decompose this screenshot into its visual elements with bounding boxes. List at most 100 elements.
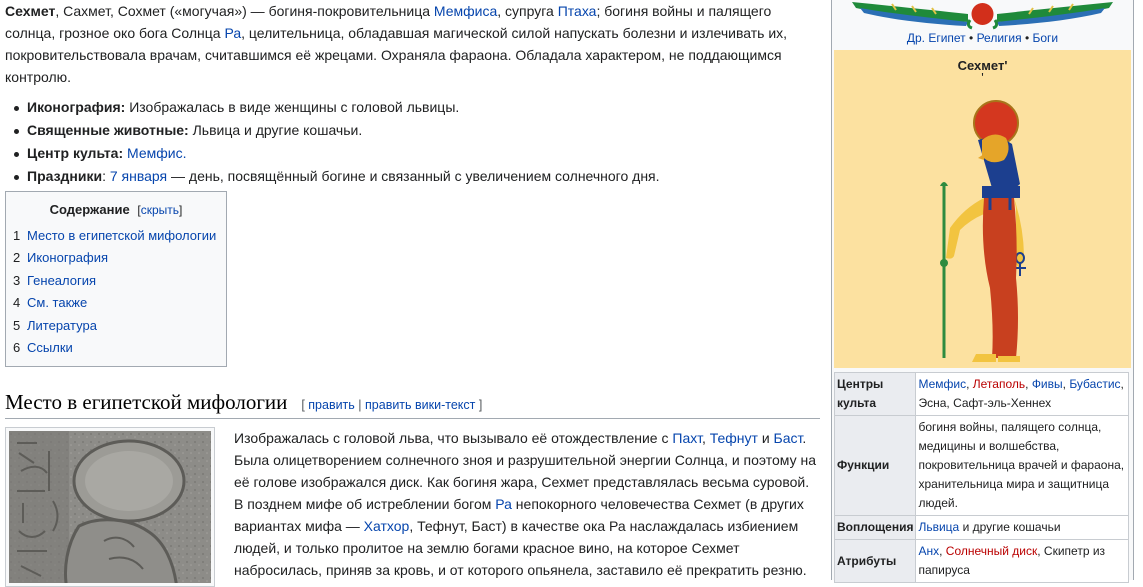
toc-number: 5 <box>13 317 21 333</box>
body-text: , <box>701 430 710 446</box>
toc-link[interactable]: Генеалогия <box>27 273 96 288</box>
edit-source-button[interactable]: править вики-текст <box>365 398 475 412</box>
toc-header: Содержание [скрыть] <box>6 202 226 217</box>
separator: • <box>965 31 977 45</box>
bracket: ] <box>179 203 183 217</box>
separator: , <box>939 544 946 558</box>
facts-list: Иконография: Изображалась в виде женщины… <box>5 96 820 188</box>
intro-text: , супруга <box>497 3 558 19</box>
bracket: ] <box>475 398 483 412</box>
fact-label: Центр культа: <box>27 145 124 161</box>
link-hathor[interactable]: Хатхор <box>364 518 410 534</box>
link-letopolis[interactable]: Летаполь <box>973 377 1025 391</box>
table-of-contents: Содержание [скрыть] 1 Место в египетской … <box>5 191 227 367</box>
section-edit-links: [ править | править вики-текст ] <box>301 398 482 412</box>
fact-text: — день, посвящённый богине и связанный с… <box>167 168 660 184</box>
body-text: и <box>757 430 774 446</box>
toc-number: 2 <box>13 250 21 266</box>
fact-label: Праздники <box>27 168 103 184</box>
table-row: Атрибуты Анх, Солнечный диск, Скипетр из… <box>833 539 1129 583</box>
toc-hide-button[interactable]: скрыть <box>141 203 179 217</box>
link-ancient-egypt[interactable]: Др. Египет <box>907 31 966 45</box>
link-paht[interactable]: Пахт <box>672 430 702 446</box>
toc-toggle: [скрыть] <box>137 203 182 217</box>
toc-link[interactable]: Место в египетской мифологии <box>27 228 216 243</box>
link-ankh[interactable]: Анх <box>918 544 939 558</box>
row-label: Воплощения <box>833 515 917 540</box>
link-bast[interactable]: Баст <box>774 430 803 446</box>
row-value: богиня войны, палящего солнца, медицины … <box>915 415 1129 516</box>
fact-text: Изображалась в виде женщины с головой ль… <box>125 99 460 115</box>
separator: • <box>1021 31 1033 45</box>
section-header: Место в египетской мифологии [ править |… <box>5 390 820 419</box>
toc-item[interactable]: 6 Ссылки <box>13 337 226 359</box>
link-religion[interactable]: Религия <box>977 31 1022 45</box>
toc-number: 6 <box>13 340 21 356</box>
edit-button[interactable]: править <box>308 398 355 412</box>
relief-thumbnail[interactable] <box>5 427 215 587</box>
fact-text: : <box>102 168 110 184</box>
link-ptah[interactable]: Птаха <box>558 3 597 19</box>
toc-number: 1 <box>13 228 21 243</box>
fact-text: Львица и другие кошачьи. <box>188 122 363 138</box>
row-value: Мемфис, Летаполь, Фивы, Бубастис, Эсна, … <box>915 372 1129 416</box>
link-gods[interactable]: Боги <box>1032 31 1058 45</box>
table-row: Центры культа Мемфис, Летаполь, Фивы, Бу… <box>833 372 1129 416</box>
link-january-7[interactable]: 7 января <box>110 168 167 184</box>
list-item: Иконография: Изображалась в виде женщины… <box>14 96 820 119</box>
sekhmet-relief-illustration <box>9 431 211 583</box>
intro-text: , Сахмет, Сохмет («могучая») — богиня-по… <box>55 3 434 19</box>
toc-number: 4 <box>13 295 21 311</box>
row-label: Атрибуты <box>833 539 917 583</box>
toc-link[interactable]: См. также <box>27 295 87 310</box>
section-title: Место в египетской мифологии <box>5 390 288 414</box>
link-memphis-cult[interactable]: Мемфис. <box>127 145 186 161</box>
fact-label: Священные животные: <box>27 122 189 138</box>
toc-list: 1 Место в египетской мифологии 2 Иконограф… <box>6 225 226 359</box>
row-value: Львица и другие кошачьи <box>915 515 1129 540</box>
link-lioness[interactable]: Львица <box>918 520 959 534</box>
winged-sun-icon <box>852 2 1113 30</box>
link-memphis-infobox[interactable]: Мемфис <box>918 377 966 391</box>
infobox: Др. Египет • Религия • Боги Сехмет' ' Це… <box>831 0 1134 583</box>
toc-title: Содержание <box>49 202 130 217</box>
toc-number: 3 <box>13 272 21 288</box>
separator: , <box>1025 377 1032 391</box>
toc-item[interactable]: 4 См. также <box>13 292 226 314</box>
fact-label: Иконография: <box>27 99 126 115</box>
toc-item[interactable]: 3 Генеалогия <box>13 270 226 292</box>
toc-item[interactable]: 5 Литература <box>13 315 226 337</box>
link-bubastis[interactable]: Бубастис <box>1069 377 1120 391</box>
table-row: Воплощения Львица и другие кошачьи <box>833 515 1129 540</box>
relief-image[interactable] <box>9 431 211 583</box>
list-item: Центр культа: Мемфис. <box>14 142 820 165</box>
link-ra-myth[interactable]: Ра <box>495 496 512 512</box>
toc-link[interactable]: Литература <box>27 318 97 333</box>
row-value: Анх, Солнечный диск, Скипетр из папируса <box>915 539 1129 583</box>
article-content: Сехмет, Сахмет, Сохмет («могучая») — бог… <box>5 0 820 587</box>
row-text: и другие кошачьи <box>959 520 1061 534</box>
body-text: Изображалась с головой льва, что вызывал… <box>234 430 673 446</box>
infobox-image-panel: Сехмет' ' <box>834 50 1131 368</box>
intro-paragraph: Сехмет, Сахмет, Сохмет («могучая») — бог… <box>5 0 820 88</box>
infobox-breadcrumb: Др. Египет • Религия • Боги <box>832 30 1133 50</box>
list-item: Священные животные: Львица и другие коша… <box>14 119 820 142</box>
separator: , <box>966 377 973 391</box>
toc-item[interactable]: 2 Иконография <box>13 247 226 269</box>
section-paragraph: Изображалась с головой льва, что вызывал… <box>234 427 822 581</box>
infobox-table: Центры культа Мемфис, Летаполь, Фивы, Бу… <box>833 372 1129 583</box>
link-sun-disk[interactable]: Солнечный диск <box>946 544 1037 558</box>
link-tefnut[interactable]: Тефнут <box>710 430 758 446</box>
sekhmet-figure-image[interactable] <box>834 78 1133 368</box>
toc-link[interactable]: Иконография <box>27 250 108 265</box>
table-row: Функции богиня войны, палящего солнца, м… <box>833 415 1129 516</box>
link-thebes[interactable]: Фивы <box>1032 377 1063 391</box>
row-label: Центры культа <box>833 372 917 416</box>
separator: | <box>354 398 366 412</box>
winged-sun-banner <box>832 0 1133 30</box>
toc-item[interactable]: 1 Место в египетской мифологии <box>13 225 226 247</box>
link-memphis[interactable]: Мемфиса <box>434 3 497 19</box>
list-item: Праздники: 7 января — день, посвящённый … <box>14 165 820 188</box>
link-ra[interactable]: Ра <box>224 25 241 41</box>
toc-link[interactable]: Ссылки <box>27 340 73 355</box>
